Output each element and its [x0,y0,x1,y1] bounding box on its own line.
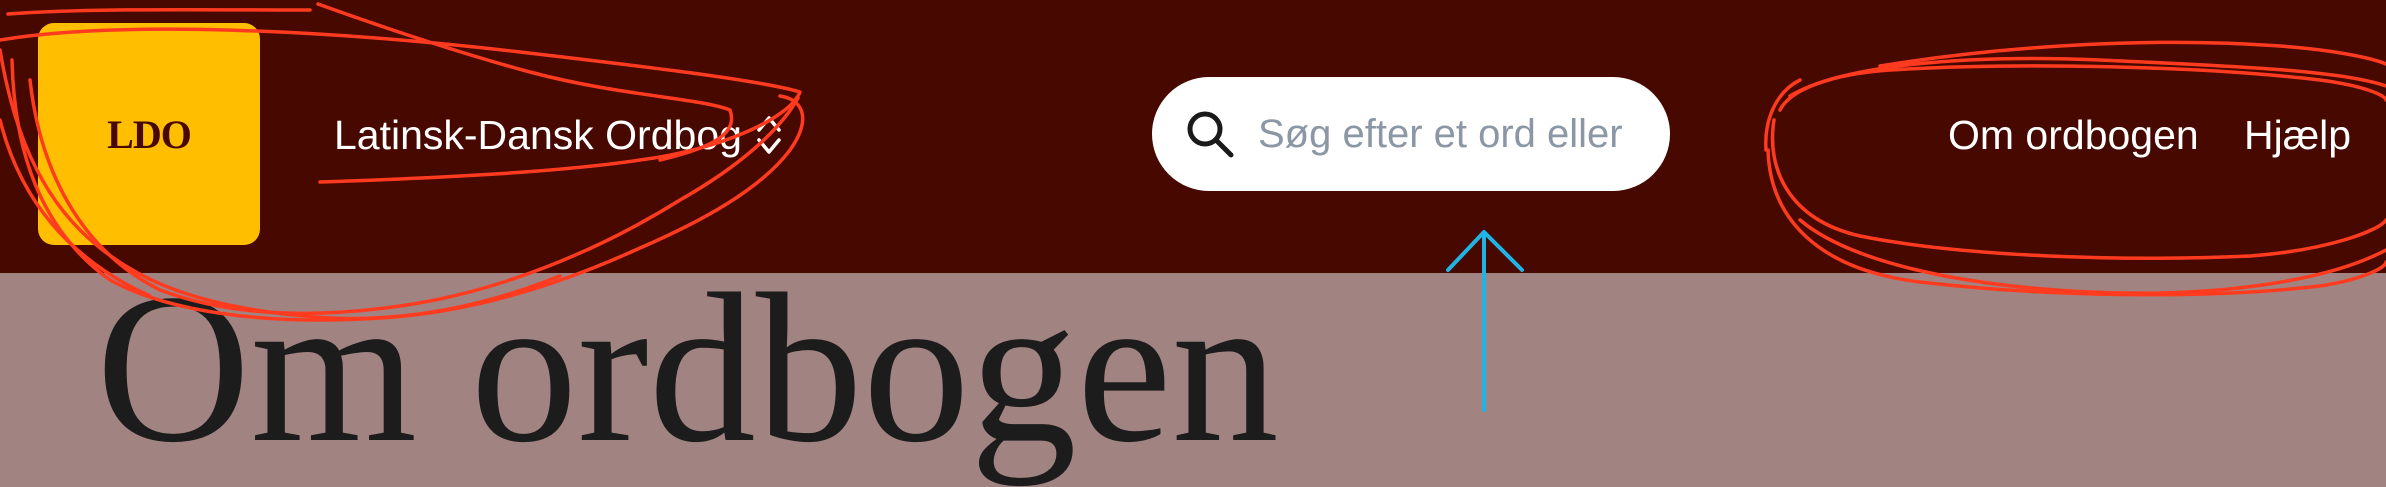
site-header: LDO Latinsk-Dansk Ordbog Om ordbogen Hjæ… [0,0,2386,273]
dictionary-selector[interactable]: Latinsk-Dansk Ordbog [334,104,782,166]
nav-link-help-label: Hjælp [2244,111,2352,158]
search-icon [1187,111,1234,158]
logo[interactable]: LDO [38,23,260,245]
logo-text: LDO [107,111,192,157]
search-input[interactable] [1258,111,1638,157]
chevron-up-down-icon [757,116,781,154]
page-title: Om ordbogen [96,250,1279,487]
nav-link-about-label: Om ordbogen [1948,111,2199,158]
dictionary-selector-label: Latinsk-Dansk Ordbog [334,111,742,158]
nav-link-help[interactable]: Hjælp [2244,104,2351,166]
nav-link-about[interactable]: Om ordbogen [1948,104,2199,166]
search-box[interactable] [1152,77,1670,191]
